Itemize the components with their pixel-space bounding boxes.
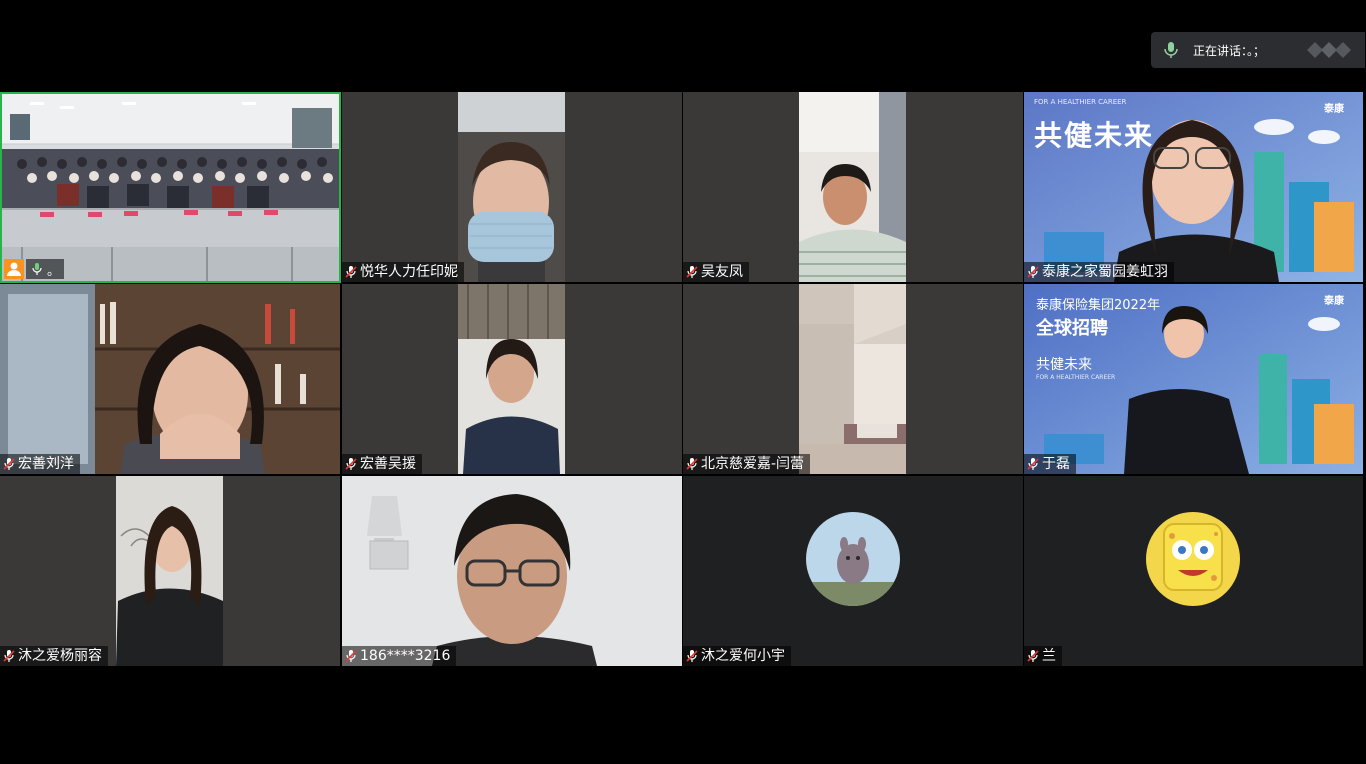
background-line3: 共健未来 <box>1036 357 1092 373</box>
avatar <box>1146 512 1240 606</box>
namebar: 沐之爱何小宇 <box>683 646 791 666</box>
background-line1: 泰康保险集团2022年 <box>1036 298 1161 313</box>
mic-muted-icon <box>686 650 698 662</box>
microphone-icon <box>1164 42 1178 58</box>
mic-muted-icon <box>3 650 15 662</box>
brand-logo: 泰康 <box>1324 296 1344 307</box>
participant-tile[interactable]: 。 <box>0 92 341 283</box>
participant-name: 宏善刘洋 <box>18 456 74 472</box>
host-badge <box>4 259 24 279</box>
participant-tile[interactable]: 悦华人力任印妮 <box>342 92 682 282</box>
participant-video <box>342 476 682 666</box>
participant-tile[interactable]: 宏善吴援 <box>342 284 682 474</box>
participant-video <box>799 92 906 282</box>
namebar: 宏善吴援 <box>342 454 422 474</box>
namebar: 兰 <box>1024 646 1062 666</box>
mic-muted-icon <box>686 458 698 470</box>
video-grid: 。 悦华人力任印妮 吴友凤 共健未来 FOR A HEALTHIER CAREE… <box>0 92 1366 668</box>
participant-name: 吴友凤 <box>701 264 743 280</box>
participant-name: 于磊 <box>1042 456 1070 472</box>
mic-muted-icon <box>1027 458 1039 470</box>
participant-video <box>0 284 340 474</box>
mic-muted-icon <box>1027 266 1039 278</box>
mic-on-icon <box>32 263 42 275</box>
participant-tile[interactable]: 北京慈爱嘉-闫蕾 <box>683 284 1023 474</box>
participant-video <box>799 284 906 474</box>
participant-name: 沐之爱杨丽容 <box>18 648 102 664</box>
namebar: 北京慈爱嘉-闫蕾 <box>683 454 811 474</box>
mic-muted-icon <box>1027 650 1039 662</box>
participant-name: 。 <box>47 263 61 279</box>
participant-name: 悦华人力任印妮 <box>360 264 458 280</box>
participant-name: 兰 <box>1042 648 1056 664</box>
user-icon <box>7 262 21 276</box>
namebar: 悦华人力任印妮 <box>342 262 464 282</box>
participant-tile[interactable]: 吴友凤 <box>683 92 1023 282</box>
avatar <box>806 512 900 606</box>
speaking-label: 正在讲话：。； <box>1193 44 1266 58</box>
namebar: 186****3216 <box>342 646 457 666</box>
participant-tile[interactable]: 宏善刘洋 <box>0 284 340 474</box>
participant-tile[interactable]: 共健未来 FOR A HEALTHIER CAREER 泰康 泰康之家蜀园姜虹羽 <box>1024 92 1363 282</box>
namebar: 吴友凤 <box>683 262 749 282</box>
participant-video <box>116 476 223 666</box>
participant-name: 北京慈爱嘉-闫蕾 <box>701 456 805 472</box>
participant-video <box>458 92 565 282</box>
namebar: 泰康之家蜀园姜虹羽 <box>1024 262 1174 282</box>
namebar: 沐之爱杨丽容 <box>0 646 108 666</box>
namebar: 宏善刘洋 <box>0 454 80 474</box>
mic-muted-icon <box>345 266 357 278</box>
background-subtitle: FOR A HEALTHIER CAREER <box>1034 98 1127 106</box>
participant-tile[interactable]: 186****3216 <box>342 476 682 666</box>
background-line2: 全球招聘 <box>1036 318 1108 339</box>
mic-muted-icon <box>345 458 357 470</box>
participant-tile[interactable]: 兰 <box>1024 476 1363 666</box>
mic-muted-icon <box>345 650 357 662</box>
brand-watermark-icon <box>1307 42 1351 58</box>
brand-logo: 泰康 <box>1324 104 1344 115</box>
participant-tile[interactable]: 泰康保险集团2022年 全球招聘 共健未来 FOR A HEALTHIER CA… <box>1024 284 1363 474</box>
mic-muted-icon <box>686 266 698 278</box>
background-small: FOR A HEALTHIER CAREER <box>1036 374 1116 381</box>
namebar: 于磊 <box>1024 454 1076 474</box>
mic-muted-icon <box>3 458 15 470</box>
participant-name: 宏善吴援 <box>360 456 416 472</box>
namebar: 。 <box>26 259 65 279</box>
participant-video <box>458 284 565 474</box>
participant-tile[interactable]: 沐之爱何小宇 <box>683 476 1023 666</box>
participant-name: 沐之爱何小宇 <box>701 648 785 664</box>
speaking-indicator: 正在讲话：。； <box>1151 32 1365 68</box>
classroom-video <box>2 94 339 281</box>
participant-tile[interactable]: 沐之爱杨丽容 <box>0 476 340 666</box>
participant-name: 186****3216 <box>360 648 451 664</box>
background-title: 共健未来 <box>1034 119 1155 152</box>
participant-name: 泰康之家蜀园姜虹羽 <box>1042 264 1168 280</box>
